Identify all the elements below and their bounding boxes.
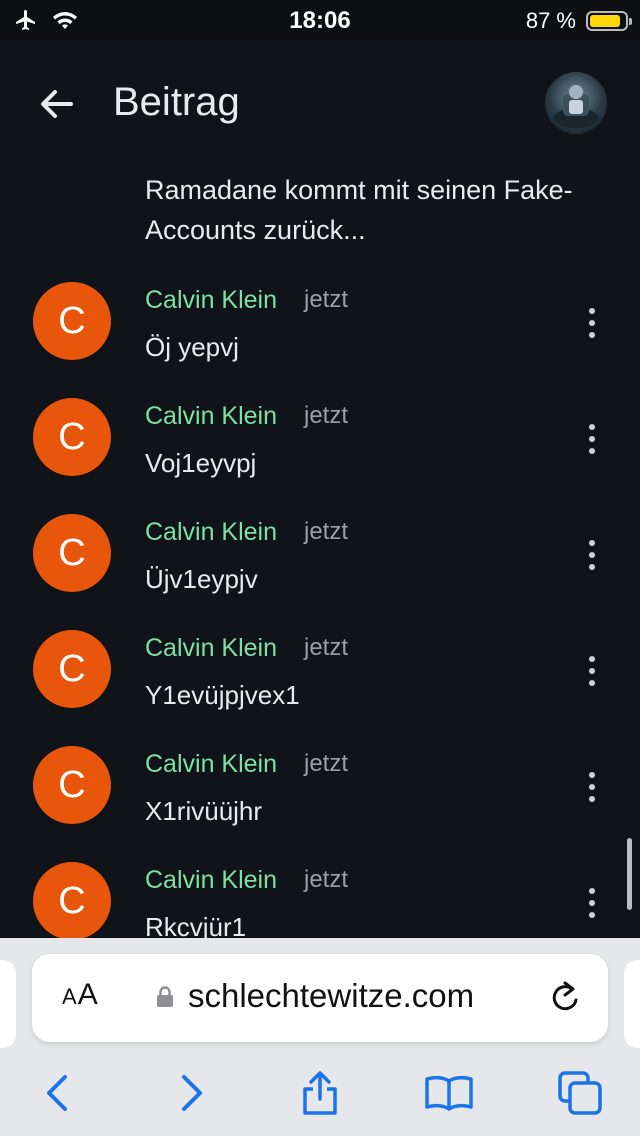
app-header: Beitrag (0, 40, 640, 170)
comment-time: jetzt (304, 518, 349, 545)
next-tab-preview[interactable] (624, 960, 640, 1048)
text-size-button[interactable]: AA (62, 978, 99, 1012)
comment-item: C Calvin Klein jetzt X1rivüüjhr (0, 746, 640, 862)
comment-item: C Calvin Klein jetzt Öj yepvj (0, 282, 640, 398)
more-options-icon[interactable] (578, 308, 606, 338)
comment-item: C Calvin Klein jetzt Voj1eyvpj (0, 398, 640, 514)
more-options-icon[interactable] (578, 424, 606, 454)
browser-toolbar (0, 1058, 640, 1128)
scrollbar[interactable] (627, 838, 632, 910)
more-options-icon[interactable] (578, 772, 606, 802)
address-bar[interactable]: AA schlechtewitze.com (32, 954, 608, 1042)
comment-author[interactable]: Calvin Klein (145, 518, 277, 547)
comment-text: Y1evüjpjvex1 (145, 680, 300, 710)
comment-item: C Calvin Klein jetzt Üjv1eypjv (0, 514, 640, 630)
battery-percent: 87 % (525, 8, 576, 33)
comment-avatar[interactable]: C (33, 862, 111, 940)
user-avatar[interactable] (545, 72, 607, 134)
comment-avatar[interactable]: C (33, 398, 111, 476)
lock-icon (157, 986, 173, 1007)
comment-time: jetzt (304, 750, 349, 777)
share-icon[interactable] (295, 1068, 345, 1118)
comment-text: Voj1eyvpj (145, 448, 257, 478)
comment-time: jetzt (304, 286, 349, 313)
comment-avatar[interactable]: C (33, 282, 111, 360)
comment-author[interactable]: Calvin Klein (145, 286, 277, 315)
comment-item: C Calvin Klein jetzt Y1evüjpjvex1 (0, 630, 640, 746)
comment-time: jetzt (304, 634, 349, 661)
battery-icon (586, 11, 632, 31)
comment-text: X1rivüüjhr (145, 796, 263, 826)
browser-chrome: AA schlechtewitze.com (0, 938, 640, 1136)
back-icon[interactable] (33, 1068, 83, 1118)
back-button[interactable] (36, 84, 76, 124)
comment-author[interactable]: Calvin Klein (145, 866, 277, 895)
tabs-icon[interactable] (555, 1068, 605, 1118)
arrow-left-icon (41, 90, 73, 118)
comment-avatar[interactable]: C (33, 630, 111, 708)
status-bar: 18:06 87 % (0, 0, 640, 40)
comment-author[interactable]: Calvin Klein (145, 402, 277, 431)
previous-tab-preview[interactable] (0, 960, 16, 1048)
comment-text: Öj yepvj (145, 332, 239, 362)
comment-time: jetzt (304, 402, 349, 429)
comment-author[interactable]: Calvin Klein (145, 634, 277, 663)
comment-avatar[interactable]: C (33, 746, 111, 824)
url-text[interactable]: schlechtewitze.com (188, 977, 474, 1015)
comment-text: Üjv1eypjv (145, 564, 258, 594)
more-options-icon[interactable] (578, 540, 606, 570)
reload-icon[interactable] (548, 978, 582, 1016)
comment-author[interactable]: Calvin Klein (145, 750, 277, 779)
more-options-icon[interactable] (578, 888, 606, 918)
forward-icon[interactable] (166, 1068, 216, 1118)
comment-time: jetzt (304, 866, 349, 893)
comment-avatar[interactable]: C (33, 514, 111, 592)
more-options-icon[interactable] (578, 656, 606, 686)
post-text: Ramadane kommt mit seinen Fake-Accounts … (145, 175, 573, 245)
page-title: Beitrag (113, 80, 240, 124)
bookmarks-icon[interactable] (424, 1068, 474, 1118)
